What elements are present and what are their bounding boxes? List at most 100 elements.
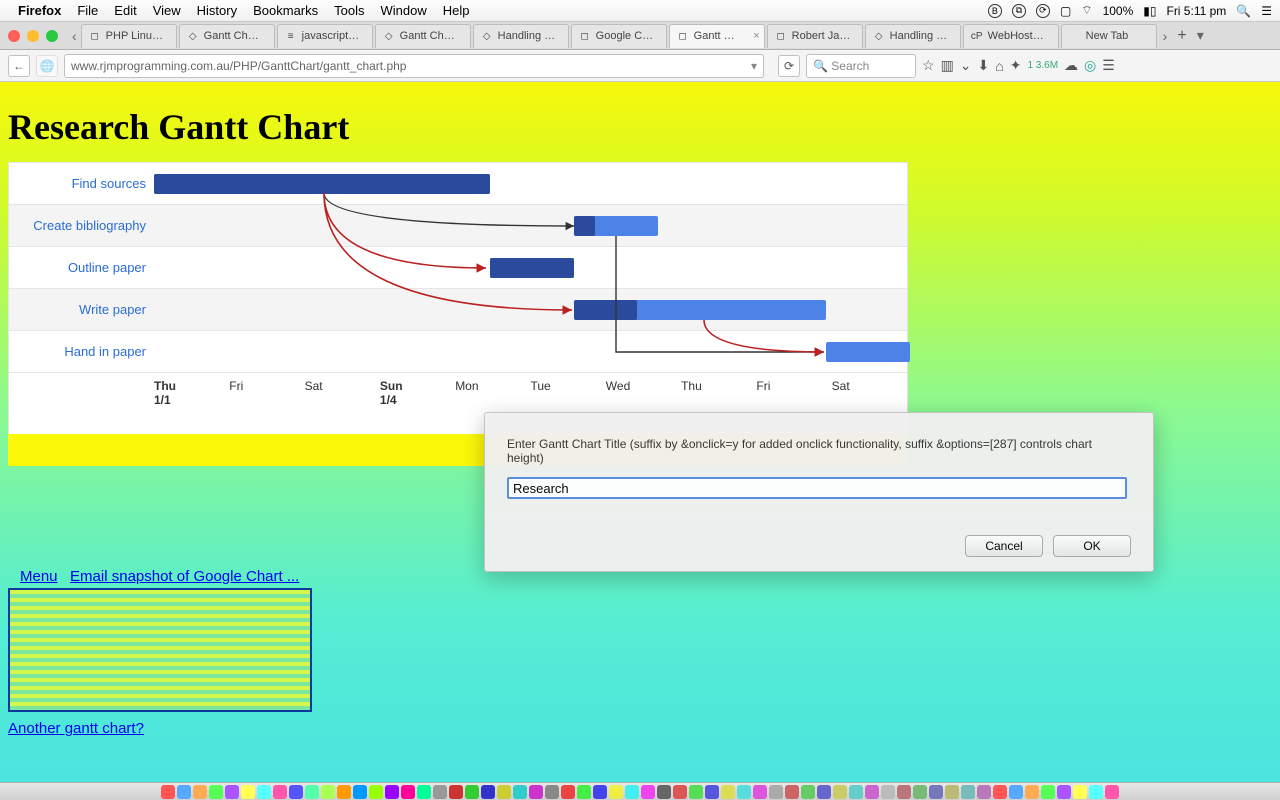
dialog-ok-button[interactable]: OK [1053,535,1131,557]
status-icon-screen[interactable]: ⧉ [1012,4,1026,18]
dock-app[interactable] [257,785,271,799]
dock-app[interactable] [609,785,623,799]
battery-icon[interactable]: ▮▯ [1143,4,1156,18]
dock-app[interactable] [705,785,719,799]
browser-tab[interactable]: ◇Handling … [473,24,569,48]
dock-app[interactable] [193,785,207,799]
tablist-next[interactable]: › [1159,28,1172,44]
dock-app[interactable] [225,785,239,799]
clock[interactable]: Fri 5:11 pm [1166,4,1226,18]
tab-close-icon[interactable]: × [753,30,759,42]
dock-app[interactable] [481,785,495,799]
airplay-icon[interactable]: ▢ [1060,4,1071,18]
dock-app[interactable] [449,785,463,799]
ghostery-icon[interactable]: ◎ [1084,57,1096,74]
menu-file[interactable]: File [77,3,98,18]
menu-edit[interactable]: Edit [114,3,136,18]
browser-tab[interactable]: ◇Gantt Ch… [179,24,275,48]
task-bar[interactable] [826,342,910,362]
dock-app[interactable] [401,785,415,799]
dock-app[interactable] [865,785,879,799]
dock-app[interactable] [769,785,783,799]
dock-app[interactable] [321,785,335,799]
dock-app[interactable] [177,785,191,799]
menu-link[interactable]: Menu [20,568,58,585]
dock-app[interactable] [353,785,367,799]
dock-app[interactable] [817,785,831,799]
dock-app[interactable] [641,785,655,799]
dialog-cancel-button[interactable]: Cancel [965,535,1043,557]
browser-tab[interactable]: New Tab [1061,24,1157,48]
dock-app[interactable] [433,785,447,799]
dock-app[interactable] [369,785,383,799]
chat-icon[interactable]: ☁ [1064,57,1078,74]
dock-app[interactable] [689,785,703,799]
status-icon-b[interactable]: B [988,4,1002,18]
dock-app[interactable] [657,785,671,799]
tablist-menu[interactable]: ▾ [1193,27,1208,44]
browser-tab[interactable]: ◇Handling … [865,24,961,48]
dock-app[interactable] [625,785,639,799]
spotlight-icon[interactable]: 🔍 [1236,4,1251,18]
dock-app[interactable] [337,785,351,799]
pocket-icon[interactable]: ⌄ [960,57,972,74]
window-max[interactable] [46,30,58,42]
dock-app[interactable] [577,785,591,799]
dock-app[interactable] [545,785,559,799]
browser-tab[interactable]: ≡javascript… [277,24,373,48]
dock-app[interactable] [753,785,767,799]
addon-icon[interactable]: ✦ [1010,57,1022,74]
dock-app[interactable] [977,785,991,799]
url-field[interactable]: www.rjmprogramming.com.au/PHP/GanttChart… [64,54,764,78]
dock-app[interactable] [417,785,431,799]
dock-app[interactable] [801,785,815,799]
dock-app[interactable] [465,785,479,799]
wifi-icon[interactable]: ⌔ [1081,3,1092,18]
hamburger-icon[interactable]: ☰ [1102,57,1115,74]
dock-app[interactable] [561,785,575,799]
reader-icon[interactable]: ▥ [941,57,954,74]
dock-app[interactable] [833,785,847,799]
dock-app[interactable] [513,785,527,799]
browser-tab[interactable]: ◻Google C… [571,24,667,48]
dock-app[interactable] [673,785,687,799]
mac-dock[interactable] [0,782,1280,800]
email-snapshot-link[interactable]: Email snapshot of Google Chart ... [70,568,299,585]
dock-app[interactable] [929,785,943,799]
menu-window[interactable]: Window [381,3,427,18]
dock-app[interactable] [721,785,735,799]
menu-view[interactable]: View [153,3,181,18]
dock-app[interactable] [785,785,799,799]
dock-app[interactable] [161,785,175,799]
dock-app[interactable] [1057,785,1071,799]
dock-app[interactable] [1073,785,1087,799]
dock-app[interactable] [897,785,911,799]
chart-thumbnail[interactable] [8,588,312,712]
tablist-prev[interactable]: ‹ [68,28,81,44]
back-button[interactable]: ← [8,55,30,77]
dock-app[interactable] [1089,785,1103,799]
dock-app[interactable] [529,785,543,799]
dock-app[interactable] [881,785,895,799]
reload-button[interactable]: ⟳ [778,55,800,77]
dock-app[interactable] [945,785,959,799]
dock-app[interactable] [961,785,975,799]
dock-app[interactable] [273,785,287,799]
bookmark-star-icon[interactable]: ☆ [922,57,935,74]
browser-tab[interactable]: ◻Gantt …× [669,24,765,48]
search-field[interactable]: 🔍 Search [806,54,916,78]
menu-history[interactable]: History [197,3,237,18]
url-dropdown-icon[interactable]: ▾ [751,59,757,73]
dock-app[interactable] [737,785,751,799]
dock-app[interactable] [497,785,511,799]
dock-app[interactable] [289,785,303,799]
window-close[interactable] [8,30,20,42]
dock-app[interactable] [913,785,927,799]
dock-app[interactable] [305,785,319,799]
dock-app[interactable] [1105,785,1119,799]
dock-app[interactable] [849,785,863,799]
home-icon[interactable]: ⌂ [995,58,1003,74]
dock-app[interactable] [593,785,607,799]
download-icon[interactable]: ⬇ [978,57,990,74]
menu-help[interactable]: Help [443,3,470,18]
